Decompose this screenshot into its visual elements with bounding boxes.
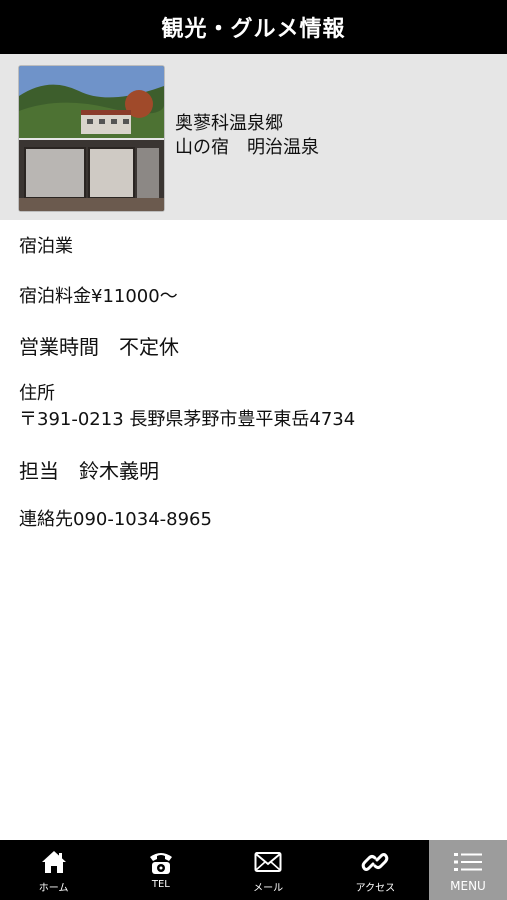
hero-banner: 奥蓼科温泉郷 山の宿 明治温泉: [0, 54, 507, 220]
address-label: 住所: [19, 383, 55, 404]
price-text: 宿泊料金¥11000～: [19, 286, 178, 307]
tab-home-label: ホーム: [38, 883, 69, 894]
tab-access-label: アクセス: [355, 883, 396, 894]
tab-mail-label: メール: [253, 883, 284, 894]
tab-tel[interactable]: TEL: [107, 840, 214, 900]
phone-text[interactable]: 連絡先090-1034-8965: [19, 505, 212, 531]
page-header: 観光・グルメ情報: [0, 0, 507, 54]
page-title: 観光・グルメ情報: [161, 17, 346, 42]
tab-access[interactable]: アクセス: [322, 840, 429, 900]
hotel-photo[interactable]: [18, 65, 165, 212]
link-icon: [361, 847, 389, 877]
address-text: 〒391-0213 長野県茅野市豊平東岳4734: [19, 409, 356, 430]
home-icon: [40, 847, 68, 877]
list-menu-icon: [453, 847, 483, 877]
hotel-name-block: 奥蓼科温泉郷 山の宿 明治温泉: [175, 112, 319, 160]
mail-icon: [254, 847, 282, 877]
bottom-tab-bar: ホーム TEL メール アクセス MENU: [0, 840, 507, 900]
category-text: 宿泊業: [19, 236, 73, 257]
hotel-name: 山の宿 明治温泉: [175, 137, 319, 158]
tab-tel-label: TEL: [151, 879, 170, 890]
tab-menu-label: MENU: [450, 879, 486, 893]
hours-text: 営業時間 不定休: [19, 335, 179, 359]
hotel-area: 奥蓼科温泉郷: [175, 113, 283, 134]
tab-menu[interactable]: MENU: [429, 840, 507, 900]
hotel-photo-image: [19, 66, 164, 211]
tab-mail[interactable]: メール: [215, 840, 322, 900]
tab-home[interactable]: ホーム: [0, 840, 107, 900]
phone-icon: [147, 847, 175, 877]
contact-person-text: 担当 鈴木義明: [19, 459, 159, 483]
